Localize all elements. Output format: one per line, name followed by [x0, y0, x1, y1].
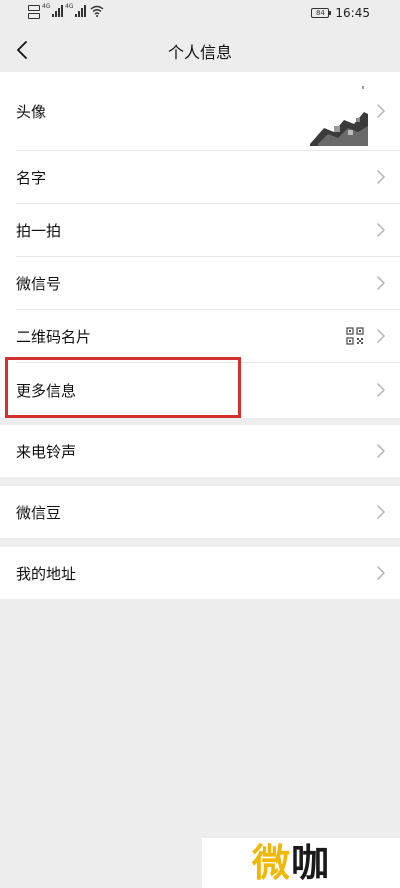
chevron-right-icon — [377, 444, 385, 458]
row-ringtone-label: 来电铃声 — [16, 443, 77, 461]
qrcode-icon — [346, 327, 364, 345]
row-my-address[interactable]: 我的地址 — [0, 547, 400, 599]
chevron-right-icon — [377, 276, 385, 290]
sim-card-1-icon — [28, 5, 40, 11]
chevron-right-icon — [377, 170, 385, 184]
network-type-2: 4G — [65, 3, 74, 10]
row-wechat-id[interactable]: 微信号 — [0, 257, 400, 309]
row-wechat-beans[interactable]: 微信豆 — [0, 486, 400, 538]
status-time: 16:45 — [335, 6, 370, 20]
status-right: 84 16:45 — [311, 6, 370, 20]
page-title: 个人信息 — [167, 43, 232, 62]
address-group: 我的地址 — [0, 547, 400, 599]
watermark-char-1: 微 — [252, 841, 292, 885]
row-avatar-label: 头像 — [16, 103, 47, 121]
signal-1-icon: 4G — [42, 3, 63, 17]
row-more-info-label: 更多信息 — [16, 382, 77, 400]
watermark-text: 微咖 — [252, 838, 330, 888]
row-qrcode-label: 二维码名片 — [16, 328, 92, 346]
watermark-char-2: 咖 — [291, 841, 331, 885]
row-pai-label: 拍一拍 — [16, 222, 62, 240]
nav-bar: 个人信息 — [0, 28, 400, 72]
beans-group: 微信豆 — [0, 486, 400, 538]
status-left: 4G 4G — [28, 3, 104, 19]
row-qrcode[interactable]: 二维码名片 — [0, 310, 400, 362]
avatar[interactable] — [304, 82, 368, 146]
chevron-right-icon — [377, 505, 385, 519]
sim-card-2-icon — [28, 13, 40, 19]
row-name-label: 名字 — [16, 169, 47, 187]
row-wechat-id-label: 微信号 — [16, 275, 62, 293]
chevron-right-icon — [377, 383, 385, 397]
status-bar: 4G 4G 84 16:45 — [0, 0, 400, 28]
chevron-right-icon — [377, 104, 385, 118]
wifi-icon — [90, 5, 104, 17]
battery-icon: 84 — [311, 8, 332, 18]
network-type-1: 4G — [42, 3, 51, 10]
chevron-right-icon — [377, 329, 385, 343]
row-beans-label: 微信豆 — [16, 504, 62, 522]
row-pai-yi-pai[interactable]: 拍一拍 — [0, 204, 400, 256]
watermark-logo: 微咖 — [202, 838, 400, 888]
row-ringtone[interactable]: 来电铃声 — [0, 425, 400, 477]
ringtone-group: 来电铃声 — [0, 425, 400, 477]
chevron-right-icon — [377, 223, 385, 237]
row-address-label: 我的地址 — [16, 565, 77, 583]
row-name[interactable]: 名字 — [0, 151, 400, 203]
sim-badges — [28, 5, 40, 19]
row-more-info[interactable]: 更多信息 — [0, 363, 400, 418]
chevron-right-icon — [377, 566, 385, 580]
signal-2-icon: 4G — [65, 3, 86, 17]
avatar-image — [304, 82, 368, 146]
